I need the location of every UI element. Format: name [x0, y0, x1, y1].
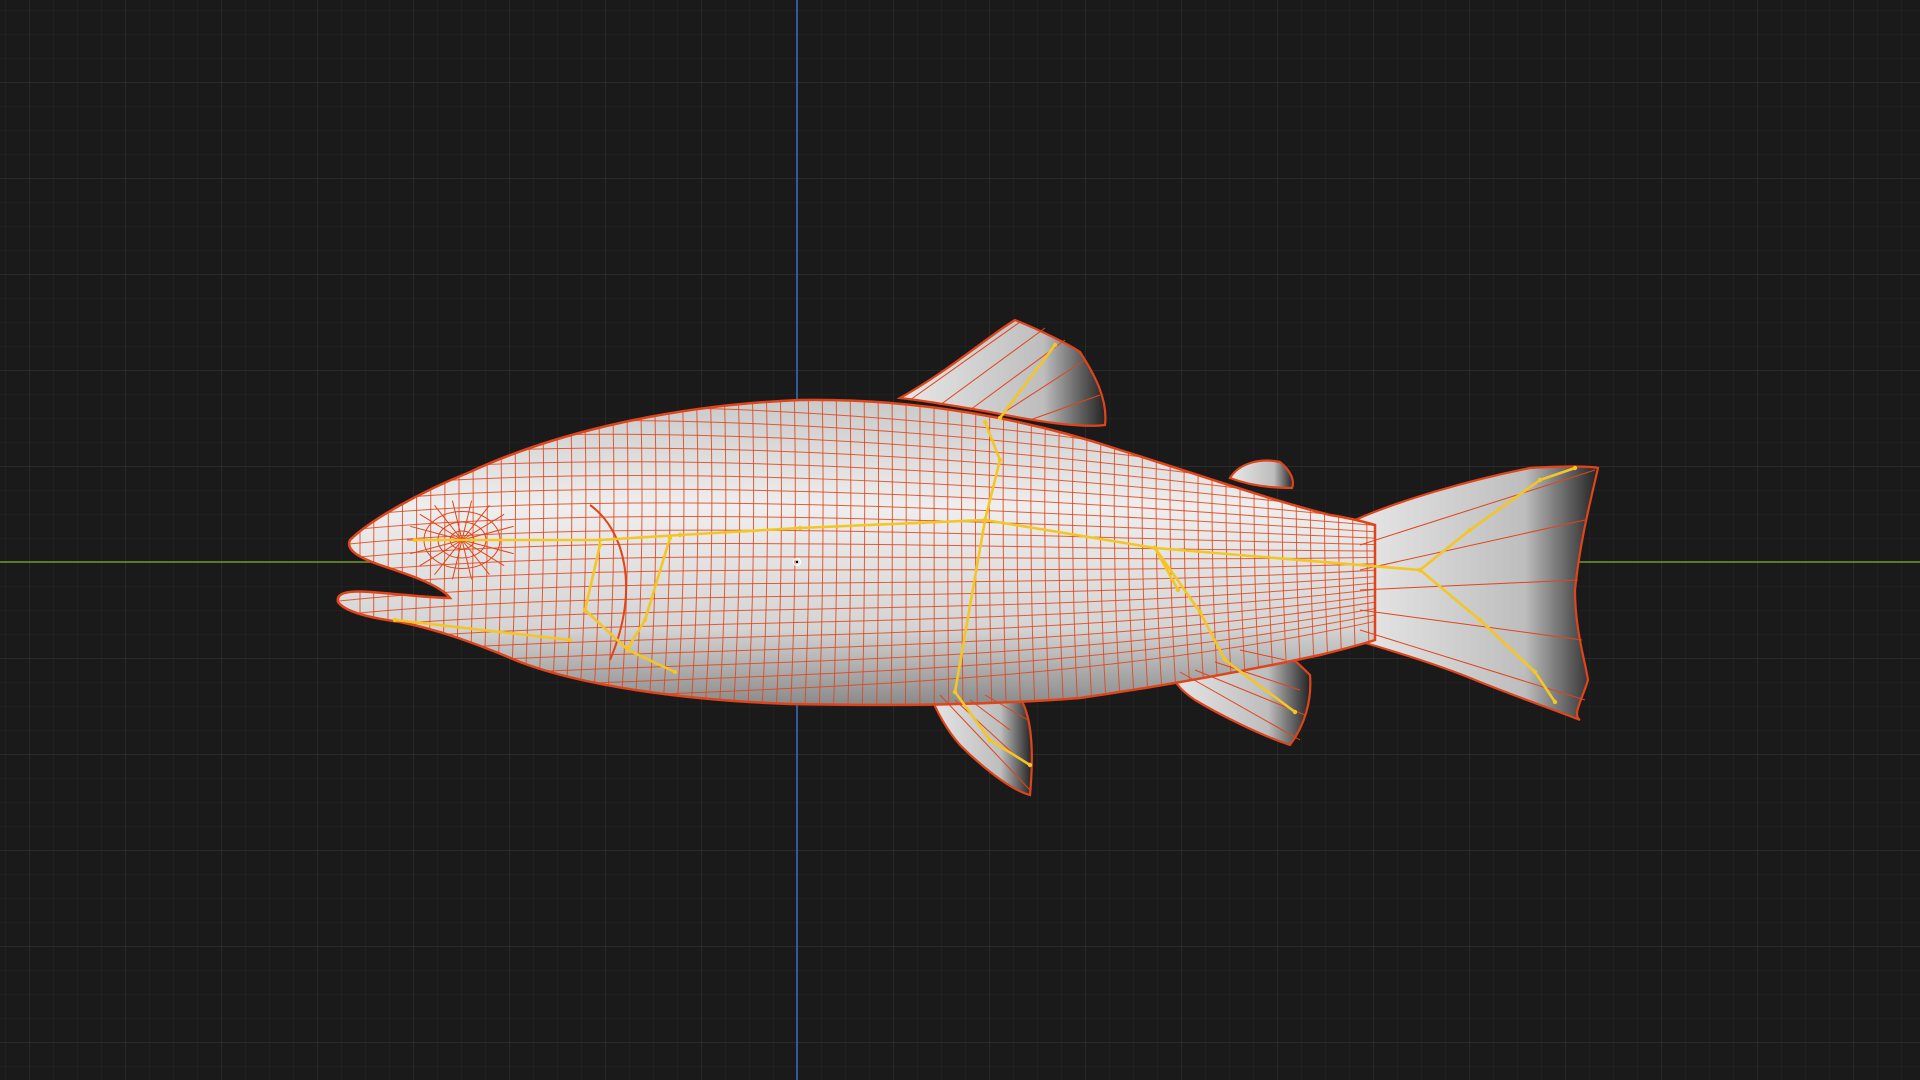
bone-joint[interactable] [1532, 669, 1538, 675]
bone-joint[interactable] [797, 525, 803, 531]
bone-joint[interactable] [997, 415, 1003, 421]
bone-joint[interactable] [677, 532, 683, 538]
bone-joint[interactable] [1552, 699, 1558, 705]
bone-joint[interactable] [672, 669, 678, 675]
bone-joint[interactable] [392, 617, 398, 623]
bone-joint[interactable] [597, 537, 603, 543]
bone-joint[interactable] [567, 637, 573, 643]
bone-joint[interactable] [1467, 527, 1473, 533]
bone-joint[interactable] [1052, 342, 1058, 348]
bone-joint[interactable] [582, 607, 588, 613]
bone-joint[interactable] [1572, 465, 1578, 471]
bone-joint[interactable] [412, 537, 418, 543]
viewport-canvas[interactable] [0, 0, 1920, 1080]
bone-joint[interactable] [1222, 657, 1228, 663]
bone-joint[interactable] [667, 535, 673, 541]
bone-joint[interactable] [1152, 545, 1158, 551]
bone-joint[interactable] [997, 457, 1003, 463]
bone-joint[interactable] [642, 617, 648, 623]
bone-joint[interactable] [1175, 587, 1181, 593]
bone-joint[interactable] [1537, 477, 1543, 483]
bone-joint[interactable] [982, 517, 988, 523]
bone-joint[interactable] [625, 645, 631, 651]
bone-joint[interactable] [982, 419, 988, 425]
bone-joint[interactable] [1197, 609, 1203, 615]
bone-joint[interactable] [1417, 567, 1423, 573]
bone-joint[interactable] [597, 542, 603, 548]
3d-viewport[interactable] [0, 0, 1920, 1080]
bone-joint[interactable] [987, 737, 993, 743]
bone-joint[interactable] [952, 689, 958, 695]
bone-joint[interactable] [1027, 762, 1033, 768]
bone-joint[interactable] [1477, 617, 1483, 623]
bone-joint[interactable] [1292, 709, 1298, 715]
